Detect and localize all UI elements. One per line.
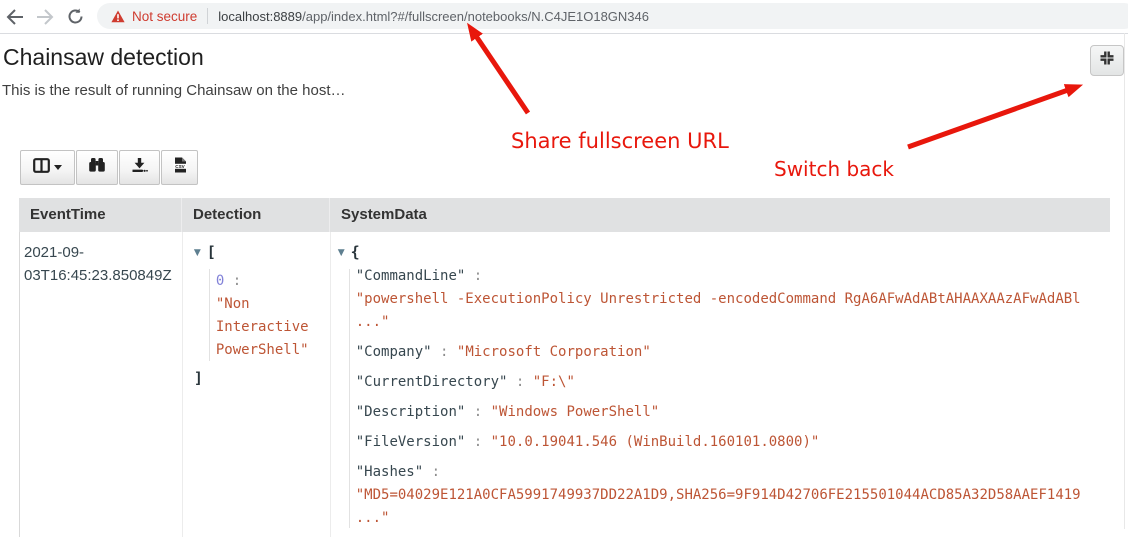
datatable-toolbar: CSV	[20, 150, 198, 185]
column-header-eventtime[interactable]: EventTime	[19, 198, 182, 232]
json-entry: "Company" : "Microsoft Corporation"	[356, 341, 1110, 364]
json-entry: "FileVersion" : "10.0.19041.546 (WinBuil…	[356, 431, 1110, 454]
json-string-value: "NonInteractivePowerShell"	[216, 293, 330, 362]
json-key-line: "CurrentDirectory" : "F:\"	[356, 371, 1110, 394]
event-time-value: 2021-09-03T16:45:23.850849Z	[24, 241, 178, 287]
json-close-bracket: ]	[194, 367, 330, 390]
cell-systemdata: ▼ { "CommandLine" : "powershell -Executio…	[331, 232, 1110, 537]
tree-guide-line	[209, 269, 210, 361]
page-title: Chainsaw detection	[3, 44, 204, 71]
json-entry: "CurrentDirectory" : "F:\"	[356, 371, 1110, 394]
url-domain: localhost:8889	[218, 9, 302, 24]
json-value-line: ..."	[356, 507, 1110, 530]
event-time-line: 2021-09-	[24, 241, 178, 264]
column-visibility-button[interactable]	[20, 150, 75, 185]
columns-icon	[33, 158, 50, 178]
csv-file-icon: CSV	[173, 157, 187, 178]
json-key: "Company"	[356, 344, 432, 360]
collapse-caret-icon[interactable]: ▼	[194, 242, 201, 265]
json-colon: :	[432, 344, 457, 360]
json-value-line: ..."	[356, 311, 1110, 334]
column-header-systemdata[interactable]: SystemData	[330, 198, 1110, 232]
json-array-item: 0 :	[216, 270, 330, 293]
json-key-line: "Hashes" :	[356, 461, 1110, 484]
event-time-line: 03T16:45:23.850849Z	[24, 264, 178, 287]
json-value-line: "MD5=04029E121A0CFA5991749937DD22A1D9,SH…	[356, 484, 1110, 507]
arrow-to-url	[476, 36, 528, 113]
tree-guide-line	[349, 269, 350, 528]
annotation-switch-back: Switch back	[774, 157, 894, 181]
systemdata-json-tree: ▼ { "CommandLine" : "powershell -Executio…	[338, 241, 1110, 530]
arrow-to-switch-back	[908, 90, 1068, 147]
back-icon[interactable]	[0, 3, 30, 31]
svg-text:CSV: CSV	[175, 164, 185, 169]
json-key-line: "FileVersion" : "10.0.19041.546 (WinBuil…	[356, 431, 1110, 454]
page-edge-divider	[1124, 33, 1125, 529]
json-key: "Hashes"	[356, 464, 423, 480]
annotation-share-fullscreen: Share fullscreen URL	[511, 129, 729, 153]
json-key-line: "Company" : "Microsoft Corporation"	[356, 341, 1110, 364]
json-entry: "Description" : "Windows PowerShell"	[356, 401, 1110, 424]
json-value: "10.0.19041.546 (WinBuild.160101.0800)"	[491, 434, 820, 450]
json-key: "FileVersion"	[356, 434, 466, 450]
page-subtitle: This is the result of running Chainsaw o…	[2, 82, 346, 99]
json-colon: :	[423, 464, 448, 480]
json-key: "CommandLine"	[356, 268, 466, 284]
table-row: 2021-09-03T16:45:23.850849Z ▼ [ 0 : "NonI…	[19, 232, 1110, 537]
browser-toolbar: Not secure localhost:8889/app/index.html…	[0, 0, 1128, 34]
url-path: /app/index.html?#/fullscreen/notebooks/N…	[302, 9, 649, 24]
json-value: "F:\"	[533, 374, 575, 390]
json-colon: :	[465, 268, 490, 284]
binoculars-icon	[88, 157, 106, 178]
json-entry: "CommandLine" : "powershell -ExecutionPo…	[356, 265, 1110, 334]
collapse-caret-icon[interactable]: ▼	[338, 242, 345, 265]
cell-eventtime: 2021-09-03T16:45:23.850849Z	[20, 232, 183, 537]
json-colon: :	[507, 374, 532, 390]
column-header-detection[interactable]: Detection	[182, 198, 330, 232]
json-entry: "Hashes" : "MD5=04029E121A0CFA5991749937…	[356, 461, 1110, 530]
json-open-bracket: [	[207, 243, 216, 261]
dropdown-caret-icon	[54, 165, 62, 170]
json-key-line: "CommandLine" :	[356, 265, 1110, 288]
table-header: EventTime Detection SystemData	[19, 198, 1110, 232]
detection-json-tree: ▼ [ 0 : "NonInteractivePowerShell" ]	[194, 241, 330, 390]
json-value-line: "powershell -ExecutionPolicy Unrestricte…	[356, 288, 1110, 311]
systemdata-entries: "CommandLine" : "powershell -ExecutionPo…	[356, 265, 1110, 530]
export-csv-button[interactable]: CSV	[161, 150, 198, 185]
not-secure-label: Not secure	[132, 9, 197, 24]
url-text[interactable]: localhost:8889/app/index.html?#/fullscre…	[218, 9, 649, 24]
search-button[interactable]	[76, 150, 118, 185]
json-value-line: Interactive	[216, 316, 330, 339]
json-value: "Microsoft Corporation"	[457, 344, 651, 360]
json-value: "Windows PowerShell"	[491, 404, 660, 420]
json-key: "Description"	[356, 404, 466, 420]
cell-detection: ▼ [ 0 : "NonInteractivePowerShell" ]	[183, 232, 331, 537]
json-colon: :	[465, 434, 490, 450]
exit-fullscreen-button[interactable]	[1090, 45, 1124, 76]
results-table: EventTime Detection SystemData 2021-09-0…	[19, 198, 1110, 537]
compress-icon	[1099, 50, 1115, 71]
json-key: "CurrentDirectory"	[356, 374, 508, 390]
json-value-line: "Non	[216, 293, 330, 316]
reload-icon[interactable]	[60, 3, 90, 31]
json-value-line: PowerShell"	[216, 339, 330, 362]
not-secure-warning-icon[interactable]	[111, 10, 125, 23]
download-button[interactable]	[119, 150, 160, 185]
forward-icon[interactable]	[30, 3, 60, 31]
json-key-line: "Description" : "Windows PowerShell"	[356, 401, 1110, 424]
download-icon	[131, 157, 148, 178]
json-colon: :	[465, 404, 490, 420]
address-divider	[207, 8, 208, 24]
json-open-brace: {	[351, 243, 360, 261]
address-bar[interactable]: Not secure localhost:8889/app/index.html…	[97, 3, 1128, 29]
